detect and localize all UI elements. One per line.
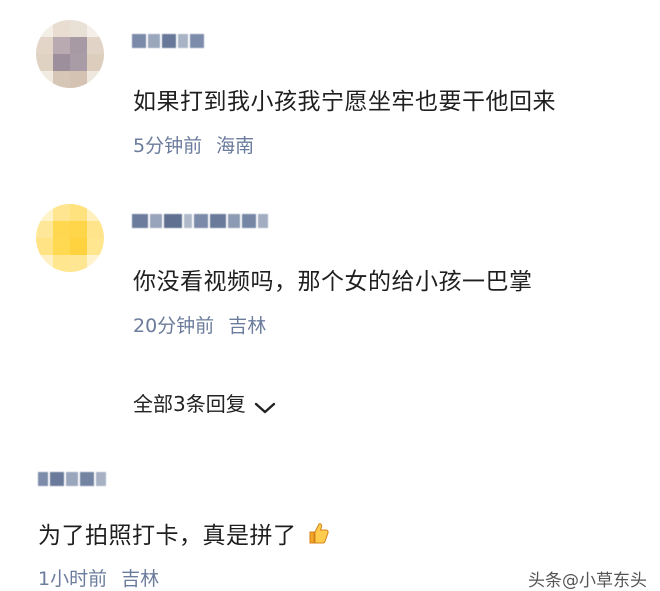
username-blurred[interactable]: [132, 210, 268, 232]
comment-time: 5分钟前: [133, 135, 203, 157]
chevron-down-icon: [254, 396, 275, 413]
comment-location: 吉林: [121, 568, 160, 590]
thumbs-up-icon: [305, 520, 331, 546]
comment-time: 20分钟前: [133, 315, 215, 337]
comment-meta: 5分钟前 海南: [133, 131, 254, 158]
comment-time: 1小时前: [38, 568, 108, 590]
comment-text: 为了拍照打卡，真是拼了: [38, 523, 297, 549]
comment-location: 吉林: [228, 315, 267, 337]
avatar[interactable]: [36, 20, 104, 88]
comment-meta: 20分钟前 吉林: [133, 311, 266, 338]
expand-replies-button[interactable]: 全部3条回复: [133, 388, 275, 417]
comment-content: 你没看视频吗，那个女的给小孩一巴掌: [133, 269, 533, 295]
comment-location: 海南: [216, 135, 255, 157]
comment-content: 如果打到我小孩我宁愿坐牢也要干他回来: [133, 89, 556, 115]
comment-meta: 1小时前 吉林: [38, 564, 159, 591]
username-blurred[interactable]: [132, 30, 204, 52]
comment-content: 为了拍照打卡，真是拼了: [38, 516, 331, 550]
username-blurred[interactable]: [38, 468, 106, 490]
avatar[interactable]: [36, 204, 104, 272]
expand-replies-label: 全部3条回复: [133, 392, 246, 416]
